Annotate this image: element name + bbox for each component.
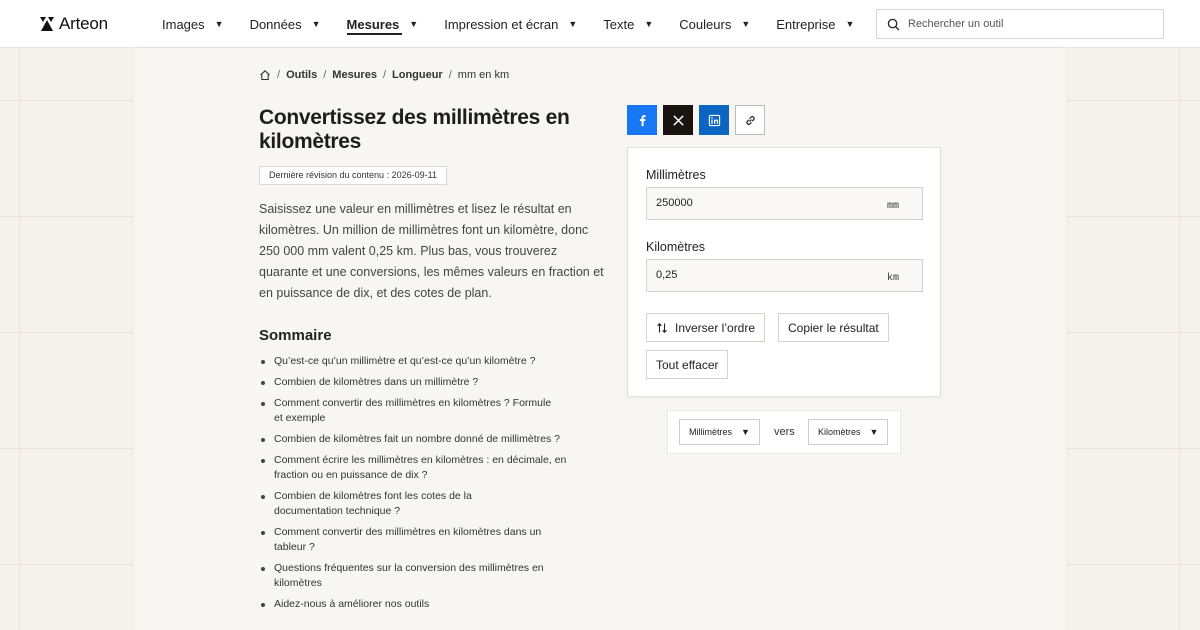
- nav-item-label: Couleurs: [679, 16, 732, 32]
- breadcrumb-separator: /: [382, 69, 386, 81]
- nav-item-label: Texte: [603, 16, 635, 32]
- nav-item-label: Mesures: [346, 16, 400, 32]
- brand-logo[interactable]: Arteon: [39, 14, 108, 34]
- caret-down-icon: ▼: [869, 427, 879, 437]
- nav-item-label: Impression et écran: [444, 16, 559, 32]
- to-unit-select[interactable]: Kilomètres ▼: [808, 419, 889, 445]
- caret-down-icon: ▼: [741, 19, 751, 29]
- from-unit-select[interactable]: Millimètres ▼: [679, 419, 760, 445]
- intro-paragraph: Saisissez une valeur en millimètres et l…: [259, 202, 604, 300]
- caret-down-icon: ▼: [311, 19, 321, 29]
- brand-mark-icon: [40, 17, 54, 31]
- clear-all-label: Tout effacer: [656, 357, 719, 372]
- facebook-icon: [639, 114, 646, 126]
- to-unit-select-value: Kilomètres: [818, 427, 861, 437]
- nav-item-images[interactable]: Images ▼: [162, 0, 224, 48]
- caret-down-icon: ▼: [741, 427, 750, 437]
- breadcrumb-separator: /: [323, 69, 327, 81]
- millimetres-input[interactable]: [656, 197, 856, 209]
- unit-connector: vers: [774, 426, 795, 438]
- swap-button[interactable]: Inverser l’ordre: [646, 313, 766, 342]
- caret-down-icon: ▼: [214, 19, 224, 29]
- breadcrumb-current: mm en km: [457, 69, 510, 81]
- search-input[interactable]: [908, 18, 1148, 30]
- link-icon: [745, 115, 755, 125]
- toc-item[interactable]: Questions fréquentes sur la conversion d…: [259, 561, 549, 591]
- toc-item[interactable]: Comment convertir des millimètres en kil…: [259, 525, 549, 555]
- breadcrumb-separator: /: [448, 69, 452, 81]
- summary-heading: Sommaire: [259, 327, 332, 344]
- breadcrumb-link-outils[interactable]: Outils: [286, 69, 317, 81]
- nav-item-entreprise[interactable]: Entreprise ▼: [776, 0, 854, 48]
- nav-item-donnees[interactable]: Données ▼: [250, 0, 321, 48]
- from-label: Millimètres: [646, 168, 706, 182]
- from-unit-select-value: Millimètres: [689, 427, 733, 437]
- nav-item-impression[interactable]: Impression et écran ▼: [444, 0, 577, 48]
- top-header: Arteon Images ▼ Données ▼ Mesures ▼ Impress…: [0, 0, 1200, 48]
- caret-down-icon: ▼: [409, 19, 419, 29]
- from-unit: mm: [886, 201, 899, 212]
- main-panel: / Outils / Mesures / Longueur / mm en km…: [134, 48, 1066, 630]
- revision-badge: Dernière révision du contenu : 2026-09-1…: [259, 166, 447, 185]
- search-icon: [887, 18, 900, 31]
- main-nav: Images ▼ Données ▼ Mesures ▼ Impression et …: [162, 0, 880, 48]
- linkedin-icon: [708, 114, 720, 126]
- copy-result-button[interactable]: Copier le résultat: [778, 313, 889, 342]
- breadcrumb: / Outils / Mesures / Longueur / mm en km: [259, 69, 509, 81]
- kilometres-input[interactable]: [656, 269, 856, 281]
- toc-item[interactable]: Combien de kilomètres dans un millimètre…: [259, 375, 599, 390]
- unit-selector: Millimètres ▼ vers Kilomètres ▼: [667, 410, 901, 454]
- share-linkedin-button[interactable]: [699, 105, 729, 135]
- toc-item[interactable]: Comment écrire les millimètres en kilomè…: [259, 453, 589, 483]
- from-field[interactable]: mm: [646, 187, 923, 220]
- caret-down-icon: ▼: [845, 19, 855, 29]
- share-buttons: [627, 105, 765, 135]
- nav-item-label: Entreprise: [776, 16, 836, 32]
- converter-card: Millimètres mm Kilomètres km Inverser l’…: [627, 147, 941, 397]
- to-label: Kilomètres: [646, 240, 706, 254]
- toc-item[interactable]: Combien de kilomètres fait un nombre don…: [259, 432, 599, 447]
- page-title: Convertissez des millimètres en kilomètr…: [259, 106, 570, 153]
- nav-item-label: Données: [249, 16, 302, 32]
- clear-all-button[interactable]: Tout effacer: [646, 350, 729, 379]
- nav-item-mesures[interactable]: Mesures ▼: [346, 0, 419, 48]
- copy-link-button[interactable]: [735, 105, 765, 135]
- swap-arrows-icon: [657, 322, 667, 333]
- toc-item[interactable]: Combien de kilomètres font les cotes de …: [259, 489, 489, 519]
- nav-item-label: Images: [162, 16, 205, 32]
- nav-item-couleurs[interactable]: Couleurs ▼: [679, 0, 750, 48]
- breadcrumb-separator: /: [277, 69, 281, 81]
- toc-item[interactable]: Aidez-nous à améliorer nos outils: [259, 597, 599, 612]
- copy-result-label: Copier le résultat: [788, 320, 879, 335]
- x-icon: [672, 114, 684, 126]
- to-field[interactable]: km: [646, 259, 923, 292]
- home-icon[interactable]: [259, 69, 271, 81]
- table-of-contents: Qu’est-ce qu’un millimètre et qu’est-ce …: [259, 354, 599, 618]
- toc-item[interactable]: Qu’est-ce qu’un millimètre et qu’est-ce …: [259, 354, 599, 369]
- toc-item[interactable]: Comment convertir des millimètres en kil…: [259, 396, 559, 426]
- caret-down-icon: ▼: [644, 19, 654, 29]
- swap-button-label: Inverser l’ordre: [675, 320, 756, 335]
- to-unit: km: [886, 273, 899, 284]
- search-box[interactable]: [876, 9, 1164, 39]
- caret-down-icon: ▼: [568, 19, 578, 29]
- brand-name: Arteon: [59, 14, 108, 33]
- breadcrumb-link-longueur[interactable]: Longueur: [392, 69, 443, 81]
- nav-item-texte[interactable]: Texte ▼: [603, 0, 653, 48]
- share-facebook-button[interactable]: [627, 105, 657, 135]
- share-x-button[interactable]: [663, 105, 693, 135]
- breadcrumb-link-mesures[interactable]: Mesures: [332, 69, 377, 81]
